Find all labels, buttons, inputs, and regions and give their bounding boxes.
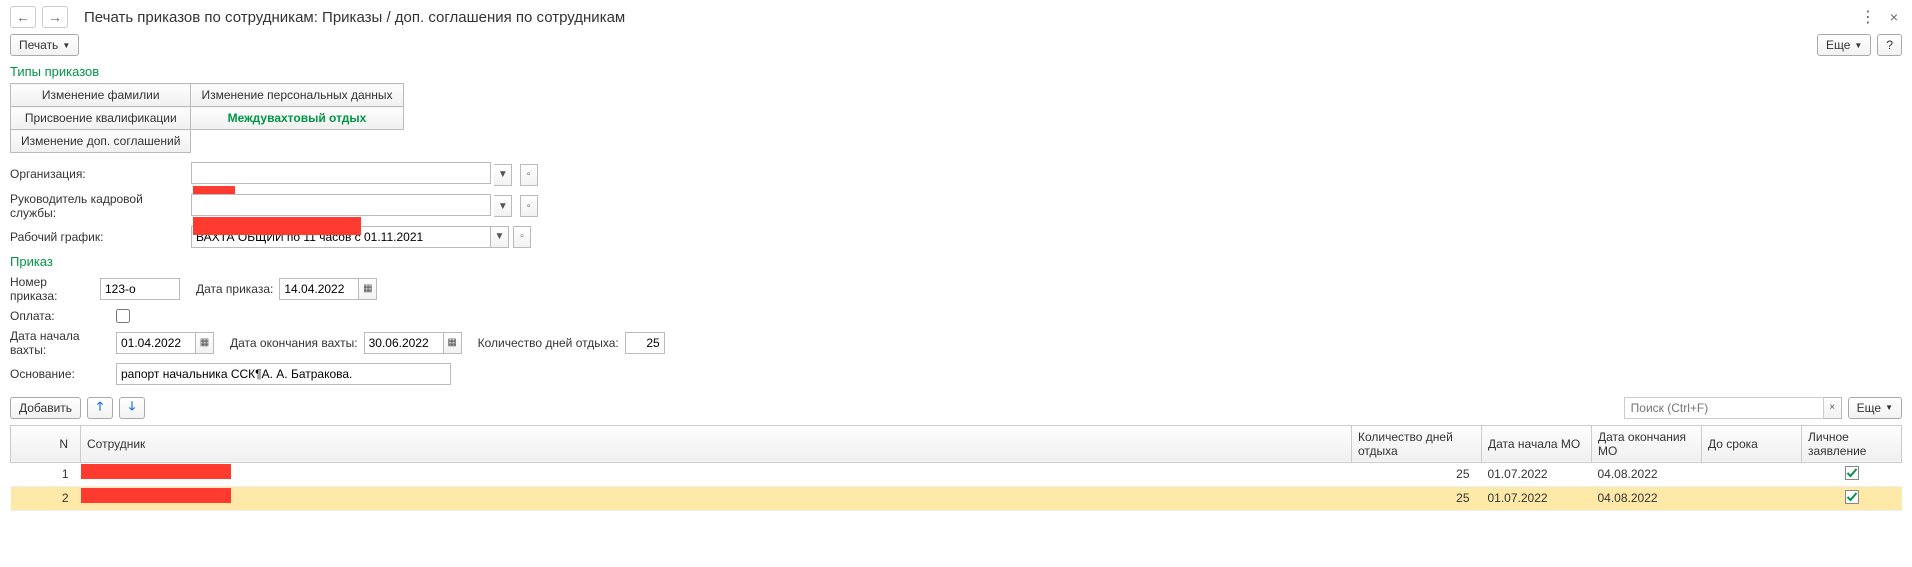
arrow-right-icon: → xyxy=(48,9,62,25)
add-button-label: Добавить xyxy=(19,401,72,415)
open-icon[interactable]: ▫ xyxy=(513,226,531,248)
reason-input[interactable] xyxy=(116,363,451,385)
schedule-field-wrap: ▼ ▫ xyxy=(191,226,531,248)
cell-deadline xyxy=(1702,462,1802,486)
hr-head-field-wrap: ▼ ▫ xyxy=(191,194,538,218)
move-up-button[interactable]: 🡑 xyxy=(87,397,113,419)
arrow-down-icon: 🡓 xyxy=(129,397,135,418)
print-button-label: Печать xyxy=(19,38,58,52)
cell-days: 25 xyxy=(1352,462,1482,486)
col-start[interactable]: Дата начала МО xyxy=(1482,425,1592,462)
shift-end-input[interactable] xyxy=(364,332,444,354)
type-change-personal-data[interactable]: Изменение персональных данных xyxy=(191,84,403,107)
cell-start: 01.07.2022 xyxy=(1482,462,1592,486)
cell-start: 01.07.2022 xyxy=(1482,486,1592,510)
cell-end: 04.08.2022 xyxy=(1592,462,1702,486)
order-no-input[interactable] xyxy=(100,278,180,300)
organization-field-wrap: ▼ ▫ xyxy=(191,162,538,186)
shift-start-label: Дата начала вахты: xyxy=(10,329,110,357)
checkbox-checked-icon xyxy=(1845,490,1859,504)
table-toolbar: Добавить 🡑 🡓 × Еще ▼ xyxy=(10,397,1902,419)
redacted-block xyxy=(81,488,231,503)
nav-forward-button[interactable]: → xyxy=(42,6,68,28)
more-button-label: Еще xyxy=(1826,38,1850,52)
shift-end-label: Дата окончания вахты: xyxy=(230,336,358,350)
more-button[interactable]: Еще ▼ xyxy=(1817,34,1871,56)
add-button[interactable]: Добавить xyxy=(10,397,81,419)
table-row[interactable]: 1 А 25 01.07.2022 04.08.2022 xyxy=(11,462,1902,486)
cell-employee: А xyxy=(81,462,1352,486)
cell-n: 2 xyxy=(11,486,81,510)
toolbar: Печать ▼ Еще ▼ ? xyxy=(10,34,1902,56)
dropdown-icon[interactable]: ▼ xyxy=(491,226,509,248)
close-icon[interactable]: × xyxy=(1886,7,1902,27)
caret-down-icon: ▼ xyxy=(62,41,70,50)
arrow-up-icon: 🡑 xyxy=(97,397,103,418)
checkbox-checked-icon xyxy=(1845,466,1859,480)
type-change-agreements[interactable]: Изменение доп. соглашений xyxy=(11,130,191,153)
cell-end: 04.08.2022 xyxy=(1592,486,1702,510)
calendar-icon[interactable]: ▦ xyxy=(359,278,377,300)
employees-table: N Сотрудник Количество дней отдыха Дата … xyxy=(10,425,1902,511)
rest-days-input[interactable] xyxy=(625,332,665,354)
section-order-title: Приказ xyxy=(10,254,1902,269)
section-types-title: Типы приказов xyxy=(10,64,1902,79)
calendar-icon[interactable]: ▦ xyxy=(444,332,462,354)
caret-down-icon: ▼ xyxy=(1854,41,1862,50)
cell-employee: А xyxy=(81,486,1352,510)
col-n[interactable]: N xyxy=(11,425,81,462)
cell-days: 25 xyxy=(1352,486,1482,510)
col-days[interactable]: Количество дней отдыха xyxy=(1352,425,1482,462)
col-deadline[interactable]: До срока xyxy=(1702,425,1802,462)
caret-down-icon: ▼ xyxy=(1885,403,1893,412)
order-no-label: Номер приказа: xyxy=(10,275,94,303)
open-icon[interactable]: ▫ xyxy=(520,195,538,217)
nav-back-button[interactable]: ← xyxy=(10,6,36,28)
open-icon[interactable]: ▫ xyxy=(520,164,538,186)
type-assign-qualification[interactable]: Присвоение квалификации xyxy=(11,107,191,130)
move-down-button[interactable]: 🡓 xyxy=(119,397,145,419)
search-input[interactable] xyxy=(1624,397,1824,419)
payment-checkbox[interactable] xyxy=(116,309,130,323)
payment-label: Оплата: xyxy=(10,309,110,323)
table-more-button[interactable]: Еще ▼ xyxy=(1848,397,1902,419)
hr-head-label: Руководитель кадровой службы: xyxy=(10,192,185,220)
organization-label: Организация: xyxy=(10,167,185,181)
rest-days-label: Количество дней отдыха: xyxy=(478,336,619,350)
shift-start-input[interactable] xyxy=(116,332,196,354)
col-employee[interactable]: Сотрудник xyxy=(81,425,1352,462)
window-header: ← → Печать приказов по сотрудникам: Прик… xyxy=(10,6,1902,28)
organization-input[interactable] xyxy=(191,162,491,184)
dropdown-icon[interactable]: ▼ xyxy=(494,195,512,217)
order-date-input[interactable] xyxy=(279,278,359,300)
cell-personal[interactable] xyxy=(1802,486,1902,510)
col-end[interactable]: Дата окончания МО xyxy=(1592,425,1702,462)
cell-personal[interactable] xyxy=(1802,462,1902,486)
dropdown-icon[interactable]: ▼ xyxy=(494,164,512,186)
hr-head-input[interactable] xyxy=(191,194,491,216)
empty-cell xyxy=(191,130,403,153)
type-intershift-rest[interactable]: Междувахтовый отдых xyxy=(191,107,403,130)
type-change-surname[interactable]: Изменение фамилии xyxy=(11,84,191,107)
order-types-grid: Изменение фамилии Изменение персональных… xyxy=(10,83,404,153)
help-button[interactable]: ? xyxy=(1877,34,1902,56)
table-more-label: Еще xyxy=(1857,401,1881,415)
col-personal[interactable]: Личное заявление xyxy=(1802,425,1902,462)
help-button-label: ? xyxy=(1886,38,1893,52)
more-options-icon[interactable]: ⋮ xyxy=(1860,7,1876,27)
table-row[interactable]: 2 А 25 01.07.2022 04.08.2022 xyxy=(11,486,1902,510)
page-title: Печать приказов по сотрудникам: Приказы … xyxy=(84,9,625,26)
schedule-label: Рабочий график: xyxy=(10,230,185,244)
clear-search-icon[interactable]: × xyxy=(1824,397,1842,419)
reason-label: Основание: xyxy=(10,367,110,381)
arrow-left-icon: ← xyxy=(16,9,30,25)
cell-n: 1 xyxy=(11,462,81,486)
schedule-input[interactable] xyxy=(191,226,491,248)
cell-deadline xyxy=(1702,486,1802,510)
calendar-icon[interactable]: ▦ xyxy=(196,332,214,354)
order-date-label: Дата приказа: xyxy=(196,282,273,296)
print-button[interactable]: Печать ▼ xyxy=(10,34,79,56)
redacted-block xyxy=(81,464,231,479)
